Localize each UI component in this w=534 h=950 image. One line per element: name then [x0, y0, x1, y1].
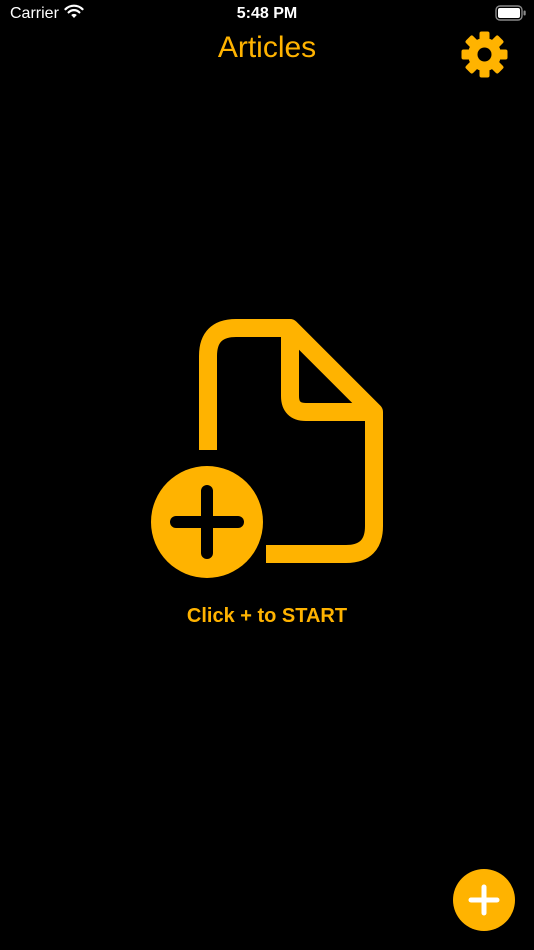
add-article-button[interactable]	[453, 869, 515, 931]
settings-button[interactable]	[460, 30, 509, 79]
battery-icon	[495, 5, 527, 21]
document-add-icon	[145, 319, 383, 584]
status-bar: Carrier 5:48 PM	[0, 0, 534, 28]
status-time: 5:48 PM	[236, 5, 298, 22]
page-title: Articles	[217, 31, 317, 64]
empty-state-illustration	[145, 318, 384, 584]
plus-icon	[468, 884, 500, 916]
empty-state-message: Click + to START	[186, 605, 348, 627]
gear-icon	[461, 31, 508, 78]
